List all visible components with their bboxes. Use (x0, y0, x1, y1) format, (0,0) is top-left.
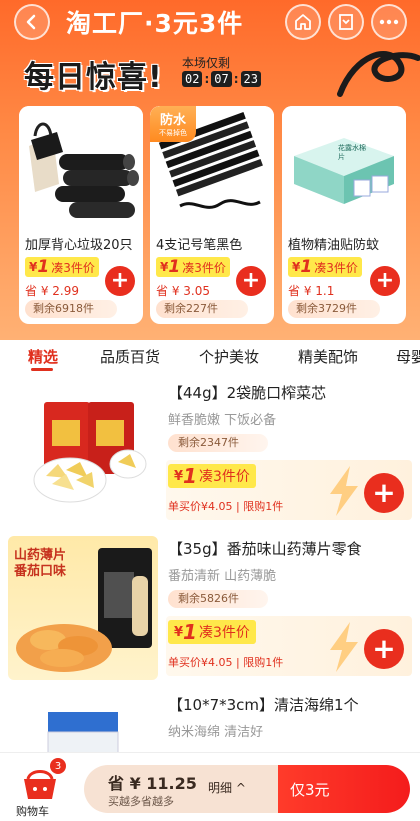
group-price-tag: ¥1 凑3件价 (168, 620, 256, 644)
product-name: 加厚背心垃圾20只 (25, 238, 133, 253)
nav-bar: 淘工厂·3元3件 (0, 0, 420, 44)
tab-personal-care[interactable]: 个护美妆 (199, 346, 259, 367)
stock-remaining: 剩余2347件 (168, 434, 268, 452)
add-to-cart-button[interactable]: + (364, 629, 404, 669)
saved-amount: 省 ¥ 1.1 (288, 284, 335, 298)
mosquito-patch-box-image-icon (294, 138, 394, 204)
back-button[interactable] (14, 4, 50, 40)
product-image (8, 692, 158, 752)
box-label-text: 花露水棉片 (338, 144, 366, 161)
product-title: 【35g】番茄味山药薄片零食 (168, 540, 362, 558)
daily-surprise-banner: 每日惊喜! 本场仅剩 02 : 07 : 23 (0, 44, 420, 100)
add-to-cart-button[interactable]: + (105, 266, 135, 296)
group-price-tag: ¥1 凑3件价 (25, 257, 99, 277)
timer-hours: 02 (182, 71, 203, 87)
tab-featured[interactable]: 精选 (28, 346, 58, 367)
lightning-bolt-icon (330, 622, 358, 672)
product-image: 山药薄片番茄口味 (8, 536, 158, 680)
bookmark-icon (339, 14, 353, 30)
banner-title: 每日惊喜! (24, 60, 163, 95)
featured-card-markers[interactable]: 防水 不易掉色 4支记号笔黑色 ¥1 凑3件价 省 ¥ 3.05 剩余227件 + (150, 106, 274, 324)
more-button[interactable] (371, 4, 407, 40)
product-image (8, 380, 158, 524)
tab-accessories[interactable]: 精美配饰 (298, 346, 358, 367)
timer-seconds: 23 (240, 71, 261, 87)
product-name: 4支记号笔黑色 (156, 238, 243, 253)
product-subtitle: 番茄清新 山药薄脆 (168, 569, 277, 584)
image-caption-text: 山药薄片番茄口味 (14, 548, 67, 579)
checkout-button[interactable]: 仅3元 (278, 765, 410, 813)
home-icon (295, 14, 311, 30)
savings-amount: 省 ¥ 11.25 (108, 774, 197, 793)
price-bar: ¥1 凑3件价 单买价¥4.05 | 限购1件 + (166, 616, 412, 676)
list-item[interactable]: 【10*7*3cm】清洁海绵1个 纳米海绵 清洁好 (0, 684, 420, 752)
countdown-timer: 02 : 07 : 23 (182, 71, 261, 87)
single-purchase-price: 单买价¥4.05 | 限购1件 (168, 500, 284, 513)
stock-remaining: 剩余227件 (156, 300, 248, 318)
add-to-cart-button[interactable]: + (236, 266, 266, 296)
price-bar: ¥1 凑3件价 单买价¥4.05 | 限购1件 + (166, 460, 412, 520)
product-title: 【10*7*3cm】清洁海绵1个 (168, 696, 359, 714)
category-tabs: 精选 品质百货 个护美妆 精美配饰 母婴 (0, 340, 420, 372)
cart-count-badge: 3 (50, 758, 66, 774)
product-name: 植物精油贴防蚊 (288, 238, 380, 253)
detail-toggle[interactable]: 明细 ^ (208, 779, 246, 796)
countdown-label: 本场仅剩 (182, 56, 231, 70)
group-price-tag: ¥1 凑3件价 (168, 464, 256, 488)
active-tab-indicator (31, 368, 53, 371)
pickled-vegetable-image-icon (33, 402, 147, 503)
product-image: 花露水棉片 (282, 106, 406, 228)
featured-card-mosquito-patch[interactable]: 花露水棉片 植物精油贴防蚊 ¥1 凑3件价 省 ¥ 1.1 剩余3729件 + (282, 106, 406, 324)
list-item[interactable]: 山药薄片番茄口味 【35g】番茄味山药薄片零食 番茄清新 山药薄脆 剩余5826… (0, 528, 420, 684)
garbage-bag-image-icon (29, 122, 139, 218)
list-item[interactable]: 【44g】2袋脆口榨菜芯 鲜香脆嫩 下饭必备 剩余2347件 ¥1 凑3件价 单买… (0, 372, 420, 528)
featured-card-garbage-bags[interactable]: 加厚背心垃圾20只 ¥1 凑3件价 省 ¥ 2.99 剩余6918件 + (19, 106, 143, 324)
cart-label: 购物车 (16, 805, 49, 818)
chevron-left-icon (26, 14, 36, 30)
product-title: 【44g】2袋脆口榨菜芯 (168, 384, 327, 402)
stock-remaining: 剩余3729件 (288, 300, 380, 318)
page-title: 淘工厂·3元3件 (66, 9, 244, 38)
tab-maternity[interactable]: 母婴 (396, 346, 420, 367)
ribbon-decoration-icon (337, 51, 420, 97)
bottom-bar: 3 购物车 省 ¥ 11.25 买越多省越多 明细 ^ 仅3元 (0, 752, 420, 821)
single-purchase-price: 单买价¥4.05 | 限购1件 (168, 656, 284, 669)
stock-remaining: 剩余6918件 (25, 300, 117, 318)
timer-minutes: 07 (211, 71, 232, 87)
product-subtitle: 纳米海绵 清洁好 (168, 725, 264, 740)
savings-hint: 买越多省越多 (108, 795, 174, 808)
saved-amount: 省 ¥ 3.05 (156, 284, 210, 298)
group-price-tag: ¥1 凑3件价 (288, 257, 362, 277)
product-image (19, 106, 143, 228)
more-dots-icon (379, 19, 399, 25)
product-subtitle: 鲜香脆嫩 下饭必备 (168, 413, 277, 428)
favorite-button[interactable] (328, 4, 364, 40)
add-to-cart-button[interactable]: + (364, 473, 404, 513)
waterproof-badge: 防水 不易掉色 (150, 106, 196, 142)
stock-remaining: 剩余5826件 (168, 590, 268, 608)
savings-summary[interactable]: 省 ¥ 11.25 买越多省越多 明细 ^ (84, 765, 278, 813)
home-button[interactable] (285, 4, 321, 40)
saved-amount: 省 ¥ 2.99 (25, 284, 79, 298)
lightning-bolt-icon (330, 466, 358, 516)
product-list[interactable]: 【44g】2袋脆口榨菜芯 鲜香脆嫩 下饭必备 剩余2347件 ¥1 凑3件价 单买… (0, 372, 420, 752)
tab-quality-goods[interactable]: 品质百货 (100, 346, 160, 367)
add-to-cart-button[interactable]: + (370, 266, 400, 296)
sponge-image-icon (47, 712, 119, 752)
group-price-tag: ¥1 凑3件价 (156, 257, 230, 277)
